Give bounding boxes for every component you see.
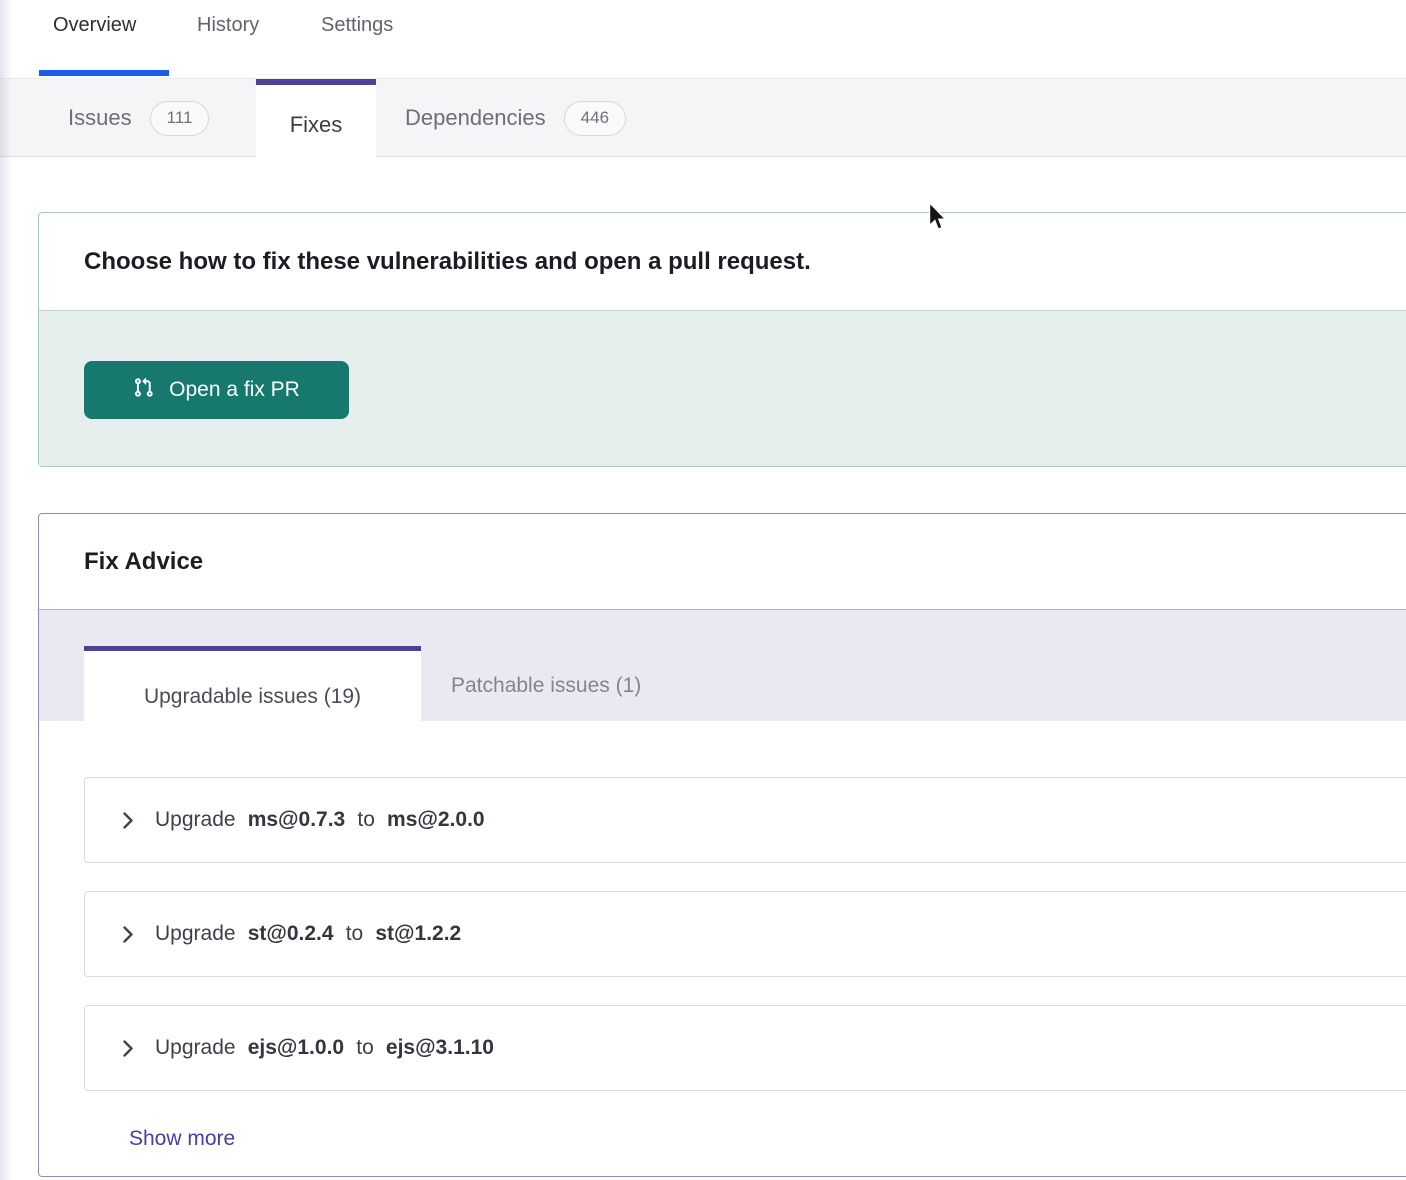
tab-issues-label: Issues xyxy=(68,105,132,131)
row-action: Upgrade xyxy=(155,1036,236,1059)
fix-pr-card-title: Choose how to fix these vulnerabilities … xyxy=(84,248,811,276)
tab-patchable-issues-label: Patchable issues (1) xyxy=(451,674,641,698)
tab-patchable-issues[interactable]: Patchable issues (1) xyxy=(451,646,641,726)
fix-advice-body: Upgrade ms@0.7.3 to ms@2.0.0 Upgrade st@… xyxy=(39,777,1406,1151)
tab-fixes-active[interactable]: Fixes xyxy=(256,79,376,164)
fix-pr-card-header: Choose how to fix these vulnerabilities … xyxy=(39,213,1406,310)
chevron-right-icon xyxy=(122,1039,134,1058)
fix-advice-header: Fix Advice xyxy=(39,514,1406,609)
row-to-version: ms@2.0.0 xyxy=(387,808,485,831)
fix-advice-tabbar: Upgradable issues (19) Patchable issues … xyxy=(39,609,1406,721)
row-connector: to xyxy=(357,808,375,831)
git-pull-request-icon xyxy=(133,377,154,404)
row-from-version: st@0.2.4 xyxy=(248,922,334,945)
top-nav: Overview History Settings xyxy=(0,0,1406,78)
row-from-version: ms@0.7.3 xyxy=(248,808,346,831)
row-to-version: ejs@3.1.10 xyxy=(386,1036,494,1059)
page-edge-shade xyxy=(0,0,12,1180)
tab-upgradable-issues-label: Upgradable issues (19) xyxy=(144,685,361,709)
nav-item-history[interactable]: History xyxy=(197,11,259,39)
issues-count-badge: 111 xyxy=(150,101,210,136)
upgrade-row-ejs[interactable]: Upgrade ejs@1.0.0 to ejs@3.1.10 xyxy=(84,1005,1406,1091)
chevron-right-icon xyxy=(122,925,134,944)
row-from-version: ejs@1.0.0 xyxy=(248,1036,344,1059)
row-action: Upgrade xyxy=(155,808,236,831)
fix-pr-card-footer: Open a fix PR xyxy=(39,310,1406,466)
upgrade-row-ms[interactable]: Upgrade ms@0.7.3 to ms@2.0.0 xyxy=(84,777,1406,863)
row-action: Upgrade xyxy=(155,922,236,945)
tab-dependencies-label: Dependencies xyxy=(405,105,546,131)
upgrade-row-text: Upgrade st@0.2.4 to st@1.2.2 xyxy=(155,922,461,946)
nav-item-settings[interactable]: Settings xyxy=(321,11,393,39)
dependencies-count-badge: 446 xyxy=(564,101,626,136)
row-connector: to xyxy=(356,1036,374,1059)
open-fix-pr-button[interactable]: Open a fix PR xyxy=(84,361,349,419)
row-to-version: st@1.2.2 xyxy=(375,922,461,945)
fix-advice-title: Fix Advice xyxy=(84,548,203,576)
upgrade-row-st[interactable]: Upgrade st@0.2.4 to st@1.2.2 xyxy=(84,891,1406,977)
open-fix-pr-button-label: Open a fix PR xyxy=(169,378,300,402)
upgrade-row-text: Upgrade ms@0.7.3 to ms@2.0.0 xyxy=(155,808,485,832)
fix-advice-card: Fix Advice Upgradable issues (19) Patcha… xyxy=(38,513,1406,1177)
tab-issues[interactable]: Issues 111 xyxy=(68,79,209,157)
tab-upgradable-issues[interactable]: Upgradable issues (19) xyxy=(84,646,421,742)
show-more-link[interactable]: Show more xyxy=(129,1127,235,1151)
tab-dependencies[interactable]: Dependencies 446 xyxy=(405,79,626,157)
active-nav-underline xyxy=(39,70,169,76)
row-connector: to xyxy=(346,922,364,945)
nav-item-overview[interactable]: Overview xyxy=(53,11,136,39)
upgrade-row-text: Upgrade ejs@1.0.0 to ejs@3.1.10 xyxy=(155,1036,494,1060)
chevron-right-icon xyxy=(122,811,134,830)
fix-pr-card: Choose how to fix these vulnerabilities … xyxy=(38,212,1406,467)
project-tab-bar: Issues 111 Fixes Dependencies 446 xyxy=(0,78,1406,157)
tab-fixes-label: Fixes xyxy=(290,112,343,138)
